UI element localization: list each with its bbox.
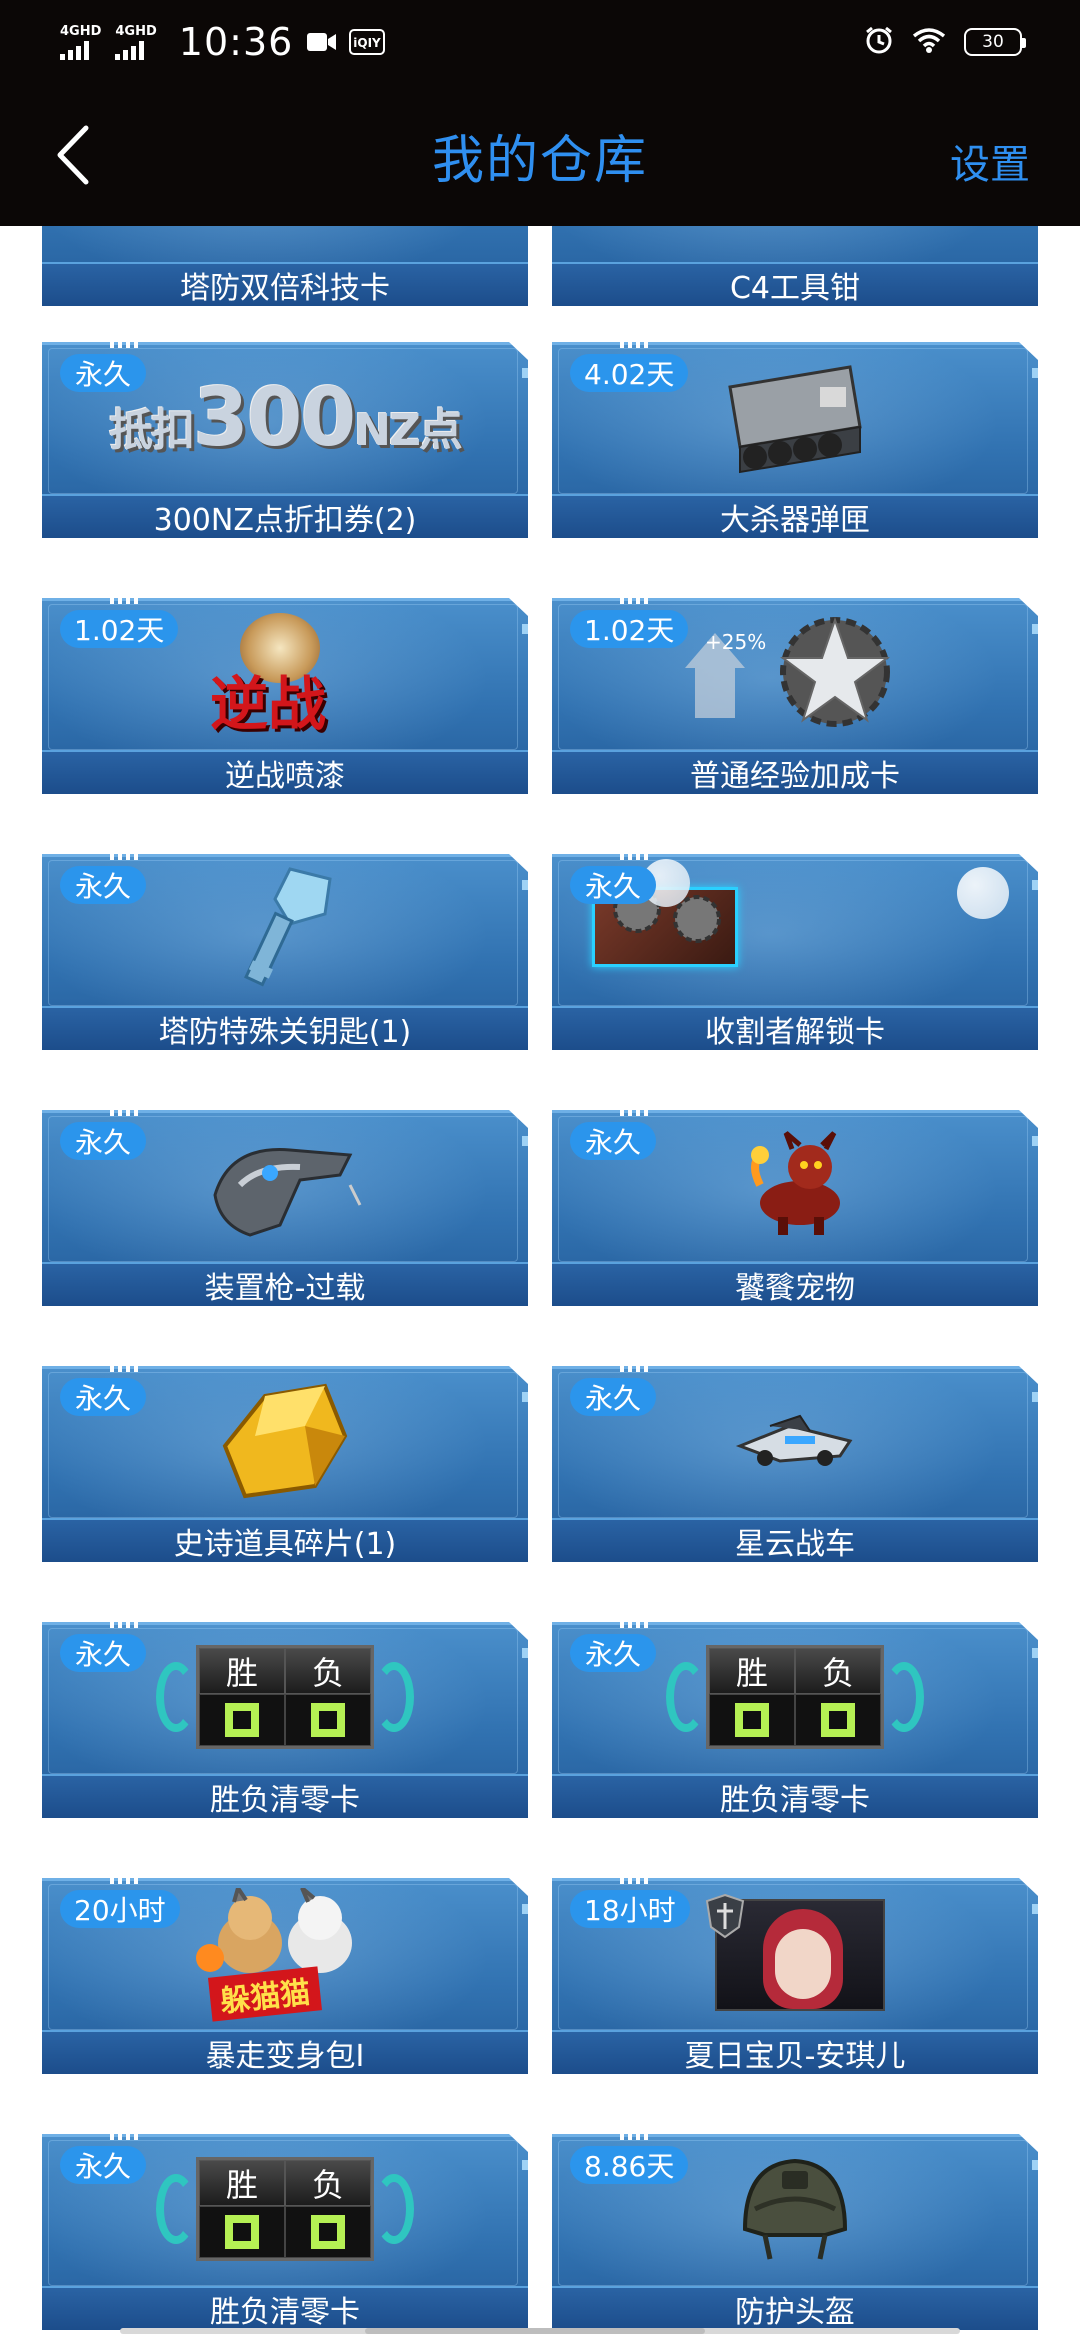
scroll-indicator	[120, 2328, 960, 2334]
item-name: 逆战喷漆	[225, 759, 345, 794]
item-name: 防护头盔	[735, 2295, 855, 2330]
signal-indicator-2: 4GHD	[115, 23, 157, 60]
wifi-icon	[912, 27, 946, 57]
item-name: 星云战车	[735, 1527, 855, 1562]
duration-badge: 永久	[60, 1122, 146, 1160]
duration-badge: 永久	[60, 354, 146, 392]
item-name: 普通经验加成卡	[690, 759, 900, 794]
item-name: 大杀器弹匣	[720, 503, 870, 538]
inventory-card[interactable]: 抵扣300NZ点 永久 300NZ点折扣券(2)	[42, 332, 528, 538]
duration-badge: 永久	[570, 866, 656, 904]
inventory-card[interactable]: 逆战 1.02天 逆战喷漆	[42, 588, 528, 794]
duration-badge: 18小时	[570, 1890, 690, 1928]
duration-badge: 8.86天	[570, 2146, 689, 2184]
status-bar: 4GHD 4GHD 10:36 iQIY 30	[0, 0, 1080, 84]
item-name: 收割者解锁卡	[705, 1015, 885, 1050]
video-icon	[307, 31, 337, 53]
inventory-card[interactable]: 永久 星云战车	[552, 1356, 1038, 1562]
shield-icon	[705, 1893, 745, 1939]
item-name: 塔防双倍科技卡	[180, 271, 390, 306]
signal-indicator-1: 4GHD	[60, 25, 101, 60]
inventory-card[interactable]: 胜负 永久 胜负清零卡	[42, 2124, 528, 2330]
inventory-card[interactable]: 永久 史诗道具碎片(1)	[42, 1356, 528, 1562]
duration-badge: 永久	[60, 2146, 146, 2184]
item-name: 史诗道具碎片(1)	[173, 1527, 397, 1562]
duration-badge: 1.02天	[570, 610, 689, 648]
inventory-card[interactable]: 塔防双倍科技卡	[42, 226, 528, 306]
back-button[interactable]	[50, 122, 100, 188]
nav-bar: 我的仓库 设置	[0, 84, 1080, 226]
item-name: 夏日宝贝-安琪儿	[684, 2039, 906, 2074]
inventory-card[interactable]: +25% 1.02天 普通经验加成卡	[552, 588, 1038, 794]
item-name: 300NZ点折扣券(2)	[153, 503, 417, 538]
alarm-icon	[864, 25, 894, 59]
duration-badge: 1.02天	[60, 610, 179, 648]
item-name: 装置枪-过载	[204, 1271, 366, 1306]
inventory-card[interactable]: 4.02天 大杀器弹匣	[552, 332, 1038, 538]
clock: 10:36	[178, 20, 294, 64]
item-name: 胜负清零卡	[210, 2295, 360, 2330]
inventory-card[interactable]: 永久 塔防特殊关钥匙(1)	[42, 844, 528, 1050]
duration-badge: 永久	[60, 866, 146, 904]
signal-label: 4GHD	[115, 23, 157, 39]
inventory-grid: 塔防双倍科技卡 C4工具钳 抵扣300NZ点 永久 300NZ点折扣券(2) 4…	[0, 226, 1080, 2340]
inventory-card[interactable]: 18小时 夏日宝贝-安琪儿	[552, 1868, 1038, 2074]
item-name: 饕餮宠物	[735, 1271, 855, 1306]
battery-indicator: 30	[964, 28, 1026, 56]
battery-level: 30	[982, 32, 1004, 52]
signal-label: 4GHD	[60, 23, 102, 39]
item-name: C4工具钳	[729, 271, 861, 306]
item-name: 塔防特殊关钥匙(1)	[158, 1015, 412, 1050]
duration-badge: 永久	[60, 1634, 146, 1672]
inventory-card[interactable]: 永久 收割者解锁卡	[552, 844, 1038, 1050]
duration-badge: 20小时	[60, 1890, 180, 1928]
duration-badge: 永久	[570, 1122, 656, 1160]
inventory-card[interactable]: 永久 饕餮宠物	[552, 1100, 1038, 1306]
inventory-card[interactable]: C4工具钳	[552, 226, 1038, 306]
inventory-card[interactable]: 胜负 永久 胜负清零卡	[42, 1612, 528, 1818]
item-name: 胜负清零卡	[210, 1783, 360, 1818]
inventory-card[interactable]: 8.86天 防护头盔	[552, 2124, 1038, 2330]
iqiyi-icon: iQIY	[349, 29, 386, 55]
item-name: 胜负清零卡	[720, 1783, 870, 1818]
item-name: 暴走变身包I	[205, 2039, 365, 2074]
page-title: 我的仓库	[431, 130, 648, 191]
duration-badge: 永久	[60, 1378, 146, 1416]
signal-bars-icon	[60, 40, 89, 60]
settings-button[interactable]: 设置	[950, 132, 1030, 190]
signal-bars-icon	[115, 40, 145, 60]
back-arrow-icon	[57, 125, 89, 185]
inventory-card[interactable]: 胜负 永久 胜负清零卡	[552, 1612, 1038, 1818]
inventory-card[interactable]: 躲猫猫 20小时 暴走变身包I	[42, 1868, 528, 2074]
duration-badge: 永久	[570, 1634, 656, 1672]
duration-badge: 永久	[570, 1378, 656, 1416]
duration-badge: 4.02天	[570, 354, 689, 392]
inventory-card[interactable]: 永久 装置枪-过载	[42, 1100, 528, 1306]
svg-text:iQIY: iQIY	[354, 36, 382, 50]
